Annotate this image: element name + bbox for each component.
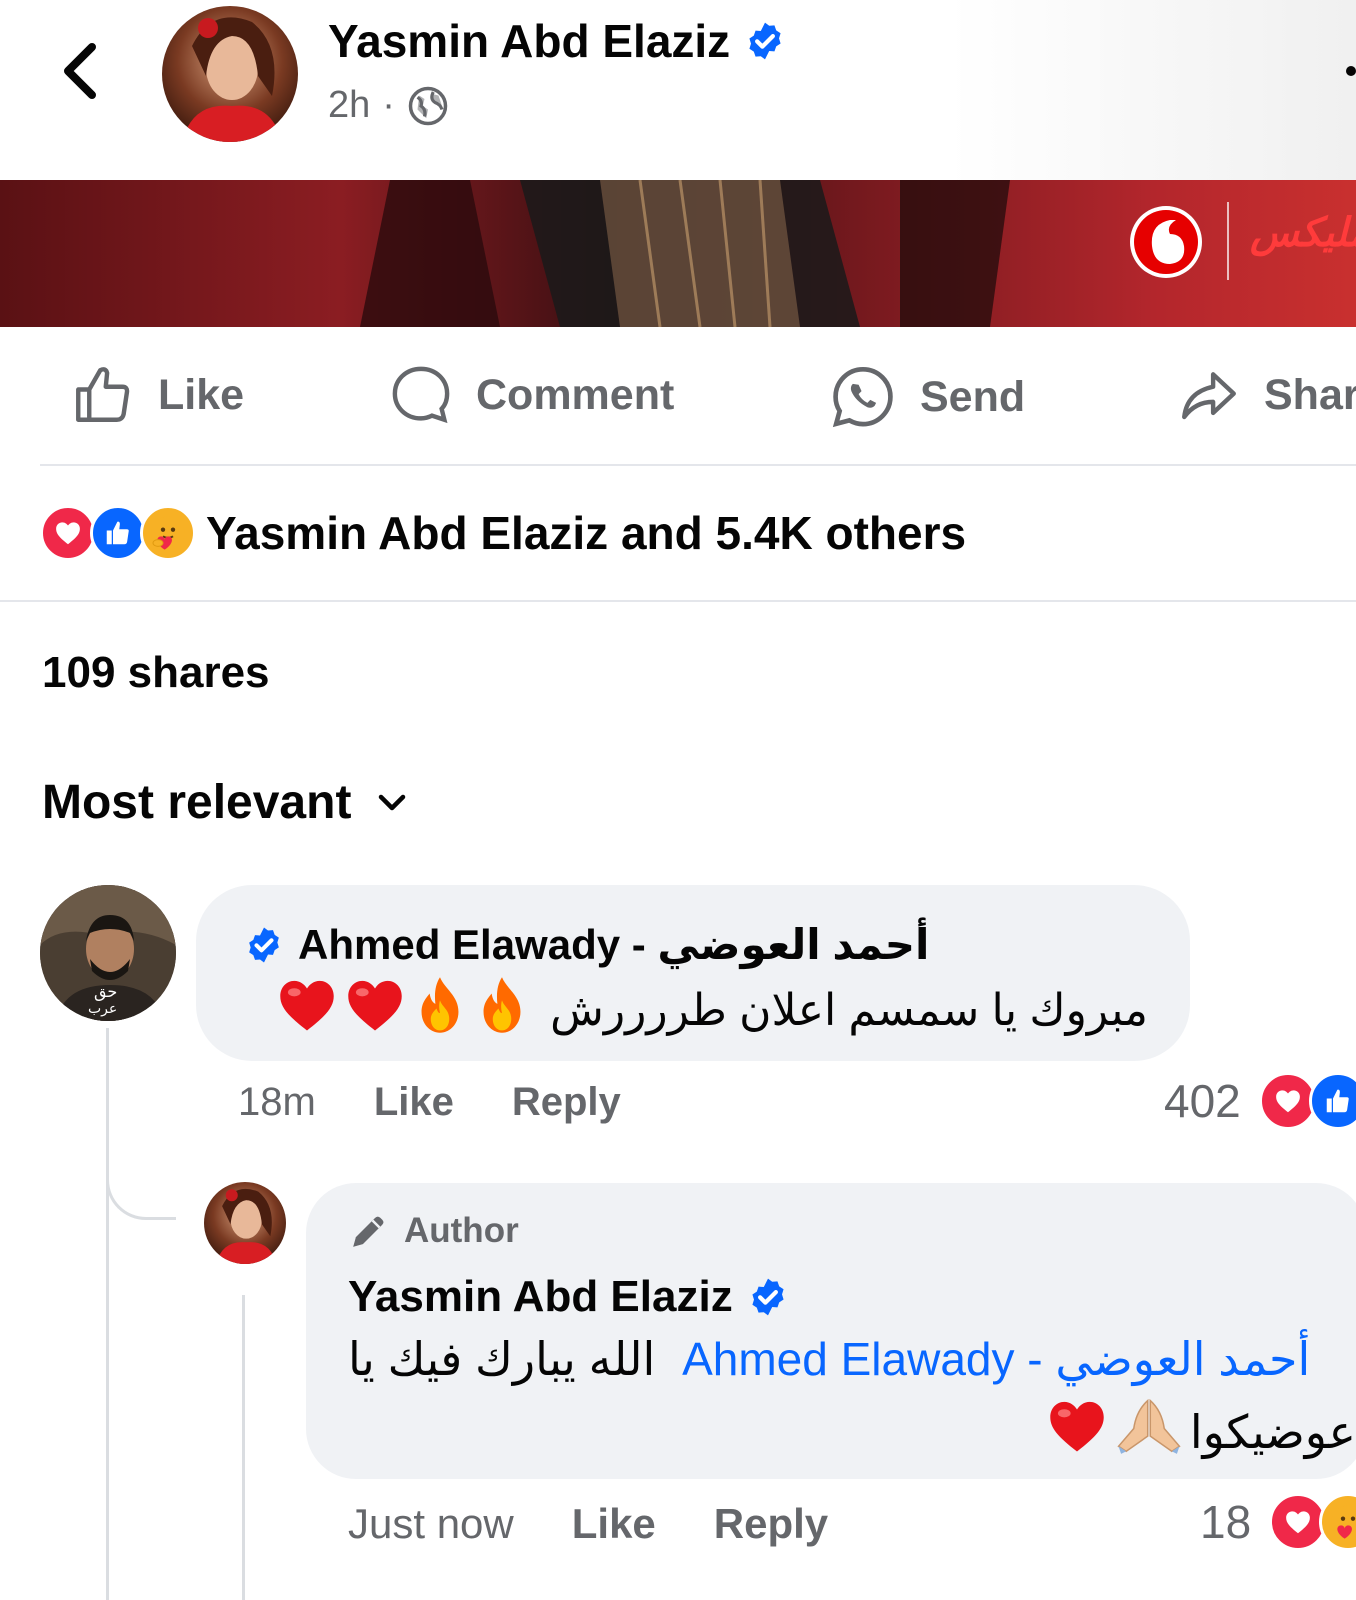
reactions-summary[interactable]: Yasmin Abd Elaziz and 5.4K others — [40, 505, 966, 561]
heart-emoji — [1046, 1398, 1108, 1465]
banner-brand-text: مليكس — [1250, 211, 1356, 255]
reply-text-body: الله يبارك فيك يا — [348, 1333, 656, 1385]
reply-text-line2: عوضيكوا — [1046, 1395, 1356, 1468]
comment-meta: 18m Like Reply — [238, 1080, 621, 1125]
thread-line — [106, 1028, 109, 1600]
heart-emoji — [276, 977, 338, 1044]
pray-emoji — [1116, 1395, 1182, 1468]
divider — [40, 464, 1356, 466]
care-reaction-icon — [1319, 1493, 1356, 1551]
reply-author-name[interactable]: Yasmin Abd Elaziz — [348, 1272, 733, 1322]
post-header: Yasmin Abd Elaziz 2h · — [0, 0, 1356, 180]
send-label: Send — [920, 372, 1026, 421]
share-button[interactable]: Shar — [1176, 362, 1356, 428]
reply-mention-link[interactable]: Ahmed Elawady - أحمد العوضي — [682, 1333, 1310, 1385]
globe-icon — [408, 86, 448, 125]
verified-icon — [249, 927, 279, 962]
comment-like-button[interactable]: Like — [374, 1080, 454, 1125]
comment-button[interactable]: Comment — [388, 362, 674, 428]
comment-text-body: مبروك يا سمسم اعلان طررررش — [550, 986, 1148, 1035]
divider — [0, 600, 1356, 602]
fire-emoji — [412, 975, 468, 1046]
comment-text: مبروك يا سمسم اعلان طررررش — [244, 975, 1148, 1046]
meta-separator: · — [382, 84, 395, 126]
comment-time[interactable]: 18m — [238, 1080, 316, 1125]
like-reaction-icon — [90, 505, 146, 561]
heart-emoji — [344, 977, 406, 1044]
poster-avatar[interactable] — [162, 6, 298, 142]
fire-emoji — [474, 975, 530, 1046]
love-reaction-icon — [40, 505, 96, 561]
reaction-icons — [40, 505, 196, 561]
care-reaction-icon — [140, 505, 196, 561]
more-options-icon[interactable] — [1346, 66, 1356, 76]
reaction-icons — [1269, 1493, 1356, 1551]
author-badge: Author — [348, 1210, 519, 1252]
post-meta: 2h · — [328, 84, 449, 127]
commenter-avatar[interactable]: حق عرب — [40, 885, 176, 1021]
verified-icon — [752, 1278, 784, 1316]
whatsapp-icon — [832, 366, 893, 428]
reply-reaction-count[interactable]: 18 — [1200, 1493, 1356, 1551]
reply-text-line1: الله يبارك فيك يا Ahmed Elawady - أحمد ا… — [348, 1332, 1310, 1386]
reply-author[interactable]: Yasmin Abd Elaziz — [348, 1272, 789, 1322]
like-label: Like — [158, 370, 245, 419]
verified-icon — [749, 22, 781, 60]
svg-text:عرب: عرب — [88, 1001, 117, 1017]
reply-time[interactable]: Just now — [348, 1500, 514, 1548]
pencil-icon — [353, 1216, 384, 1247]
reply-text-continued: عوضيكوا — [1189, 1405, 1356, 1458]
share-icon — [1182, 372, 1236, 420]
reply-reply-button[interactable]: Reply — [714, 1500, 828, 1548]
comment-reaction-number: 402 — [1164, 1075, 1241, 1127]
thread-line — [242, 1295, 245, 1600]
sort-dropdown[interactable]: Most relevant — [42, 775, 407, 830]
comment-icon — [392, 366, 450, 424]
thread-connector — [106, 1140, 176, 1220]
post-time[interactable]: 2h — [328, 84, 370, 127]
like-icon — [76, 367, 130, 422]
reactions-text[interactable]: Yasmin Abd Elaziz and 5.4K others — [206, 506, 966, 560]
reply-reaction-number: 18 — [1200, 1496, 1252, 1548]
comment-label: Comment — [476, 370, 675, 419]
chevron-down-icon — [379, 794, 406, 810]
shares-count[interactable]: 109 shares — [42, 648, 270, 698]
comment-author[interactable]: Ahmed Elawady - أحمد العوضي — [244, 920, 929, 969]
send-button[interactable]: Send — [828, 362, 1025, 432]
poster-name[interactable]: Yasmin Abd Elaziz — [328, 14, 786, 68]
like-reaction-icon — [1308, 1072, 1356, 1130]
comment-author-name[interactable]: Ahmed Elawady - أحمد العوضي — [298, 920, 929, 969]
author-badge-label: Author — [404, 1211, 519, 1250]
back-icon — [64, 43, 96, 99]
poster-name-text[interactable]: Yasmin Abd Elaziz — [328, 14, 730, 68]
share-label: Shar — [1264, 370, 1356, 419]
reaction-icons — [1258, 1072, 1356, 1130]
post-image[interactable]: مليكس — [0, 180, 1356, 327]
reply-meta: Just now Like Reply — [348, 1500, 828, 1548]
reply-like-button[interactable]: Like — [572, 1500, 656, 1548]
comment-reply-button[interactable]: Reply — [512, 1080, 621, 1125]
svg-text:حق: حق — [94, 982, 117, 1002]
back-button[interactable] — [50, 36, 110, 106]
sort-label: Most relevant — [42, 776, 352, 829]
like-button[interactable]: Like — [70, 362, 244, 428]
comment-reaction-count[interactable]: 402 — [1164, 1072, 1356, 1130]
reply-author-avatar[interactable] — [204, 1182, 286, 1264]
